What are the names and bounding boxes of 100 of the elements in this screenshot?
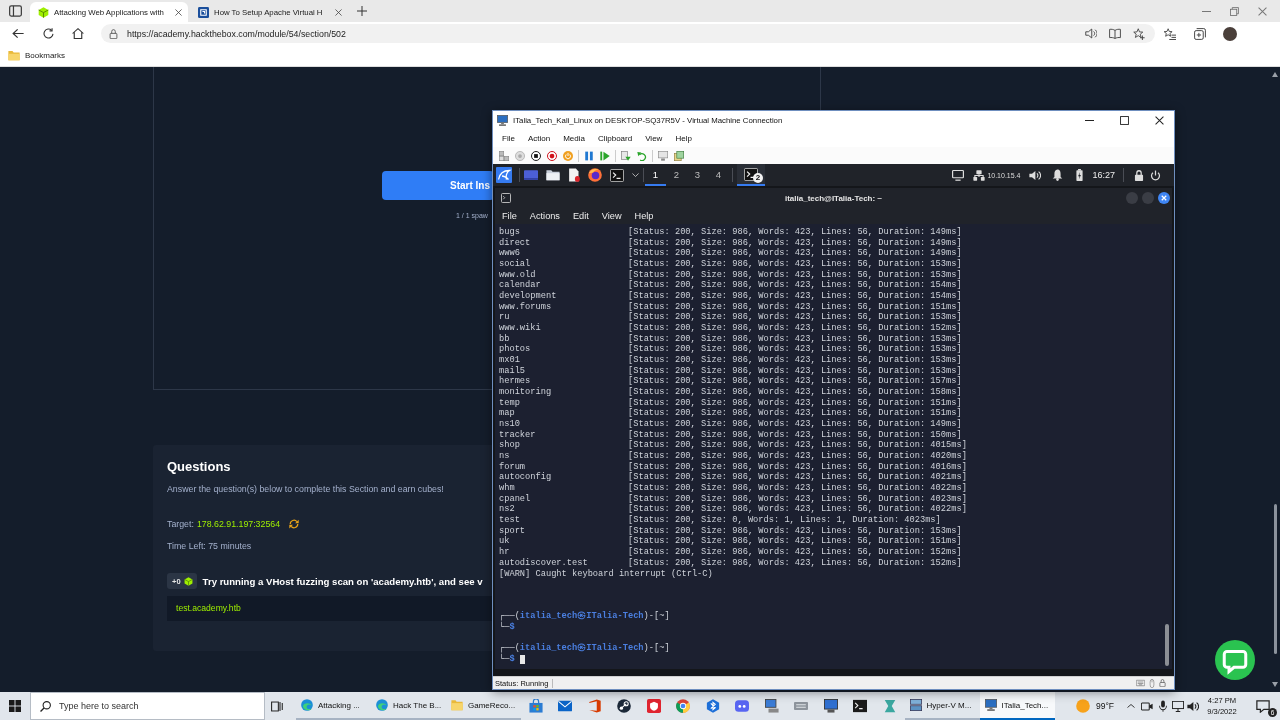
start-instance-button[interactable]: Start Ins: [382, 171, 494, 200]
terminal-icon[interactable]: [610, 168, 624, 182]
chat-icon[interactable]: [1215, 640, 1255, 680]
sync-icon[interactable]: [289, 519, 300, 529]
tab-actions-icon[interactable]: [8, 5, 22, 17]
record-circle-icon[interactable]: [547, 150, 557, 161]
shield-tile-icon[interactable]: [646, 699, 661, 713]
menu-item[interactable]: View: [645, 133, 663, 143]
mail-icon[interactable]: [558, 699, 573, 713]
taskbar-app-button[interactable]: GameReco...: [446, 692, 521, 720]
app-menu-icon[interactable]: [496, 167, 512, 183]
answer-field[interactable]: test.academy.htb: [167, 596, 492, 621]
menu-item[interactable]: Media: [563, 133, 585, 143]
menu-item[interactable]: View: [601, 211, 622, 221]
round-app-icon[interactable]: [617, 699, 632, 713]
start-circle-icon[interactable]: [515, 150, 525, 161]
star-plus-icon[interactable]: [1133, 27, 1145, 40]
game-controller-icon[interactable]: [735, 699, 750, 713]
volume-icon[interactable]: [1187, 700, 1199, 712]
desktop-icon[interactable]: [524, 169, 538, 181]
close-icon[interactable]: [1154, 115, 1164, 125]
stop-circle-icon[interactable]: [531, 150, 541, 161]
host-name: autoconfig: [499, 472, 553, 483]
plus-icon[interactable]: [357, 6, 367, 16]
menu-item[interactable]: Edit: [572, 211, 589, 221]
prompt-line: ┌──(italia_tech㉿ITalia-Tech)-[~]: [499, 643, 670, 654]
menu-item[interactable]: Help: [634, 211, 654, 221]
windows-logo-icon[interactable]: [9, 700, 21, 712]
stacked-squares-icon[interactable]: [674, 150, 684, 161]
checkpoint-icon[interactable]: [621, 150, 631, 161]
speaker-icon[interactable]: [1085, 28, 1097, 39]
power-icon[interactable]: [1150, 169, 1161, 181]
task-view-icon[interactable]: [271, 700, 283, 712]
book-icon[interactable]: [1109, 28, 1121, 39]
collections-icon[interactable]: [1194, 27, 1206, 40]
hexagon-app-icon[interactable]: [705, 699, 720, 713]
refresh-icon[interactable]: [42, 28, 54, 39]
menu-item[interactable]: Clipboard: [597, 133, 633, 143]
camera-icon[interactable]: [1141, 700, 1153, 712]
maximize-icon[interactable]: [1119, 115, 1129, 125]
volume-icon[interactable]: [1029, 169, 1042, 181]
taskbar-app-button[interactable]: Hyper-V M...: [904, 692, 980, 720]
caret-icon[interactable]: [632, 173, 639, 177]
workspace-button[interactable]: 1: [645, 164, 666, 186]
monitor-icon[interactable]: [1172, 700, 1184, 712]
network-icon[interactable]: [973, 169, 986, 181]
restore-icon[interactable]: [1229, 6, 1239, 16]
monitor-icon[interactable]: [823, 699, 838, 713]
workspace-button[interactable]: 3: [687, 164, 708, 186]
scrollbar-thumb[interactable]: [1273, 504, 1277, 654]
minimize-icon[interactable]: [1084, 119, 1094, 121]
notification-icon[interactable]: [1256, 699, 1270, 713]
scroll-down-icon[interactable]: [1272, 682, 1278, 687]
document-icon[interactable]: [568, 168, 580, 182]
scan-result: [Status: 200, Size: 986, Words: 423, Lines: 56, Duration: 153ms]: [628, 312, 962, 323]
browser-icon[interactable]: [588, 168, 602, 182]
taskbar-window-button[interactable]: 2: [737, 164, 765, 186]
address-bar[interactable]: https://academy.hackthebox.com/module/54/section/502: [101, 24, 1155, 43]
microphone-icon[interactable]: [1158, 700, 1168, 712]
close-icon[interactable]: [1158, 192, 1170, 204]
undo-icon[interactable]: [637, 150, 647, 161]
search-field[interactable]: Type here to search: [30, 692, 265, 720]
weather-temperature[interactable]: 99°F: [1095, 701, 1114, 711]
scan-result: [Status: 200, Size: 986, Words: 423, Lines: 56, Duration: 157ms]: [628, 376, 962, 387]
clock-time[interactable]: 16:27: [1092, 170, 1115, 180]
back-icon[interactable]: [12, 28, 24, 39]
cube-icon: [183, 576, 193, 586]
profile-avatar[interactable]: [1223, 26, 1237, 41]
menu-item[interactable]: File: [502, 211, 517, 221]
taskbar-app-button[interactable]: ITalia_Tech...: [979, 692, 1055, 720]
folder-icon[interactable]: [546, 169, 560, 181]
workspace-button[interactable]: 4: [708, 164, 729, 186]
app-icon[interactable]: [587, 699, 602, 713]
terminal-icon[interactable]: [853, 699, 868, 713]
store-bag-icon[interactable]: [528, 699, 543, 713]
home-icon[interactable]: [72, 28, 84, 39]
scrollbar-thumb[interactable]: [1165, 624, 1169, 666]
bell-icon[interactable]: [1052, 169, 1064, 181]
pause-icon[interactable]: [584, 150, 594, 161]
computer-icon[interactable]: [764, 699, 779, 713]
star-list-icon[interactable]: [1164, 27, 1176, 40]
warning-line: [WARN] Caught keyboard interrupt (Ctrl-C): [499, 568, 713, 580]
scroll-up-icon[interactable]: [1272, 72, 1278, 77]
keys-icon[interactable]: [499, 150, 509, 161]
battery-icon[interactable]: [1075, 169, 1085, 181]
workspace-button[interactable]: 2: [666, 164, 687, 186]
menu-item[interactable]: File: [502, 133, 515, 143]
display-icon[interactable]: [952, 169, 965, 181]
url-text: https://academy.hackthebox.com/module/54/section/502: [127, 28, 346, 39]
taskbar-app-button[interactable]: Hack The B...: [371, 692, 446, 720]
menu-item[interactable]: Actions: [529, 211, 560, 221]
lock-icon[interactable]: [1134, 169, 1144, 181]
menu-item[interactable]: Help: [675, 133, 692, 143]
host-name: ru: [499, 312, 511, 323]
scan-result: [Status: 200, Size: 0, Words: 1, Lines: 1, Duration: 4023ms]: [628, 515, 941, 526]
bookmarks-folder[interactable]: Bookmarks: [25, 51, 65, 60]
chevron-up-icon[interactable]: [1127, 703, 1135, 709]
taskbar-app-button[interactable]: Attacking ...: [296, 692, 371, 720]
menu-item[interactable]: Action: [527, 133, 551, 143]
play-icon[interactable]: [600, 150, 610, 161]
